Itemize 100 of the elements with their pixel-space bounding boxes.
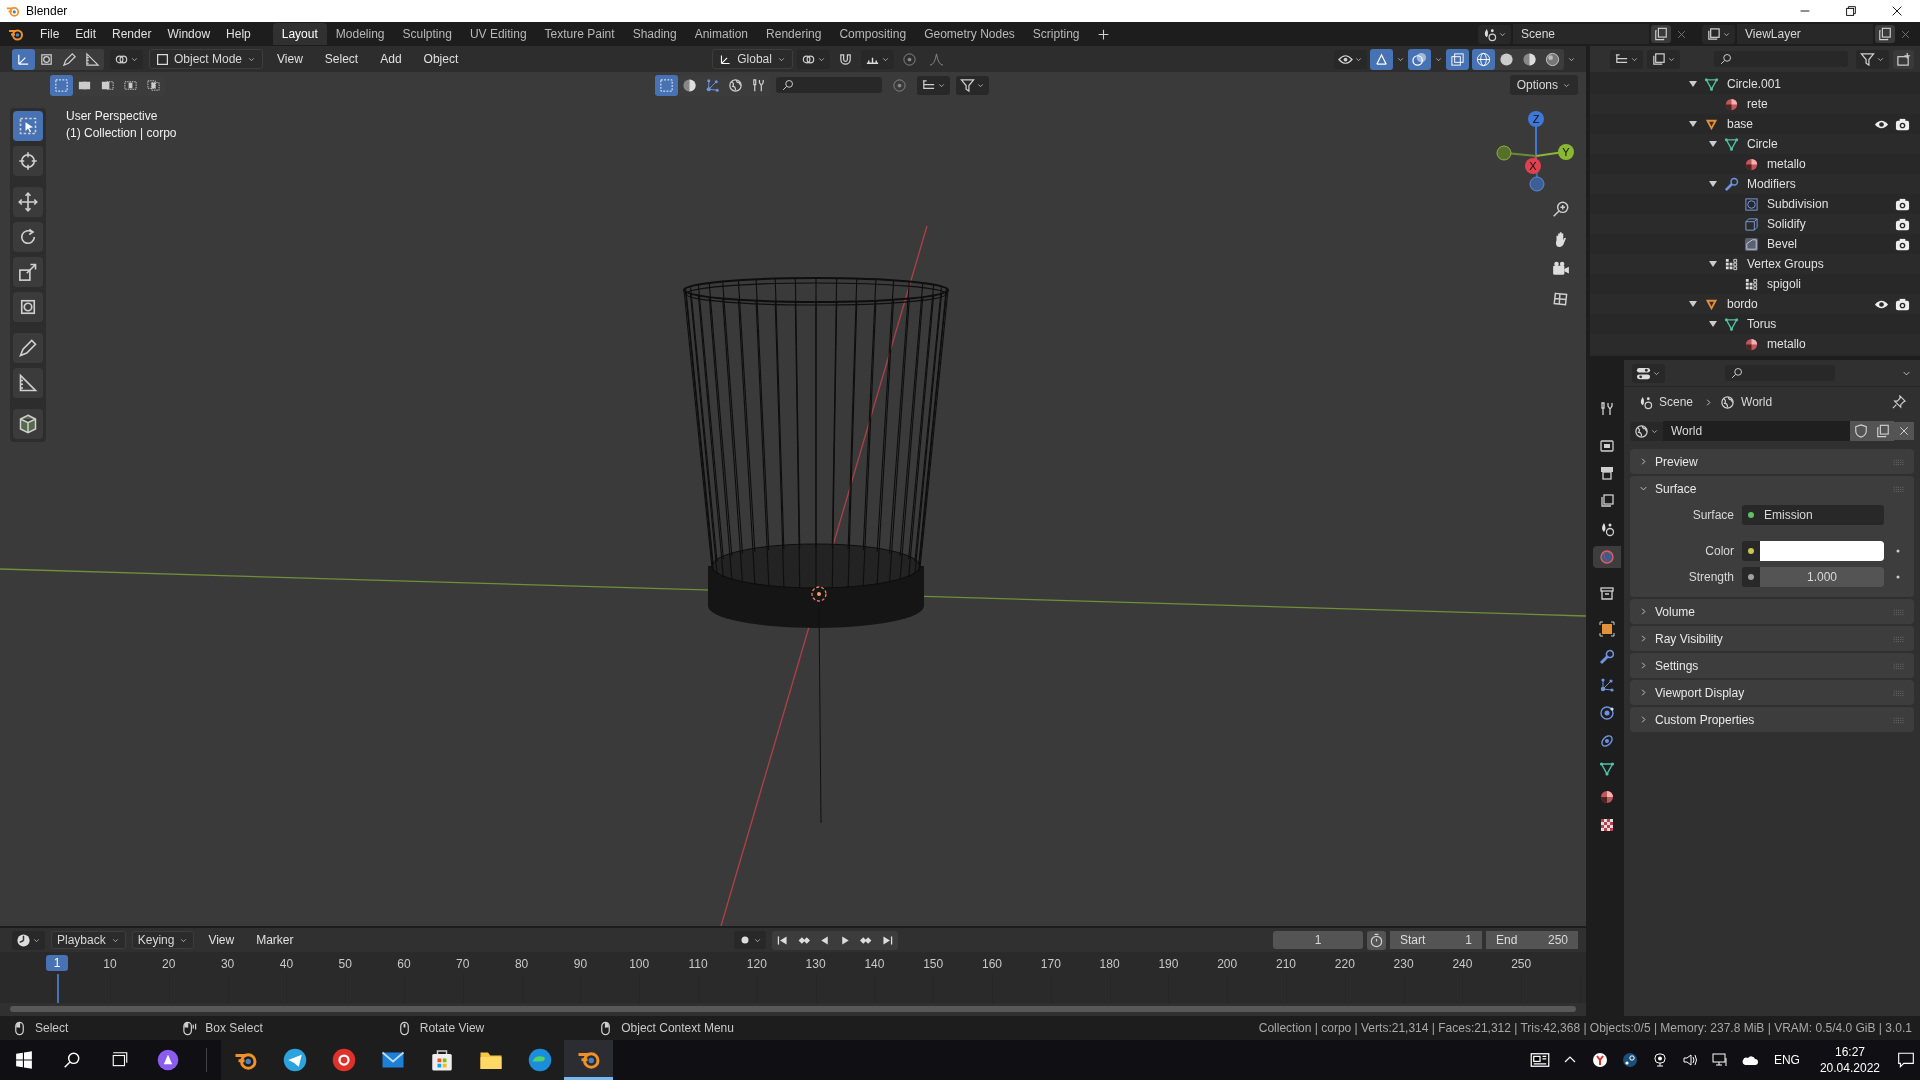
- world-name-field[interactable]: World: [1663, 421, 1850, 441]
- workspace-tab[interactable]: Layout: [272, 23, 327, 45]
- field-label: Strength: [1687, 570, 1734, 584]
- panel-title: Surface: [1655, 481, 1697, 496]
- options-dropdown[interactable]: Options: [1509, 75, 1578, 95]
- property-field[interactable]: Emission: [1742, 505, 1884, 525]
- panel-title: Custom Properties: [1655, 712, 1755, 727]
- workspace-tab[interactable]: Animation: [685, 23, 758, 45]
- outliner-row[interactable]: metallo: [1590, 154, 1920, 174]
- workspace-tab[interactable]: Geometry Nodes: [915, 23, 1024, 45]
- workspace-tab[interactable]: Compositing: [830, 23, 916, 45]
- clock[interactable]: 16:27 20.04.2022: [1809, 1044, 1890, 1076]
- shortcut-hint: Box Select: [205, 1021, 263, 1035]
- workspace-tab[interactable]: Modeling: [326, 23, 394, 45]
- frame-tick-label: 130: [805, 957, 826, 971]
- panel-header[interactable]: Custom Properties: [1630, 707, 1914, 732]
- menu-dropdown[interactable]: Keying: [131, 931, 195, 949]
- outliner-row[interactable]: spigoli: [1590, 274, 1920, 294]
- item-name: metallo: [1767, 337, 1806, 351]
- menu-item[interactable]: Object: [415, 49, 467, 69]
- frame-tick-label: 110: [688, 957, 708, 971]
- field-label: Surface: [1691, 508, 1734, 522]
- workspace-tab[interactable]: Texture Paint: [535, 23, 624, 45]
- frame-tick-label: 240: [1452, 957, 1473, 971]
- frame-tick-label: 200: [1217, 957, 1238, 971]
- workspace-tab[interactable]: Sculpting: [393, 23, 461, 45]
- outliner-row[interactable]: Subdivision: [1590, 194, 1920, 214]
- item-name: Solidify: [1767, 217, 1806, 231]
- scene-field[interactable]: Scene: [1513, 24, 1649, 44]
- workspace-tab[interactable]: UV Editing: [460, 23, 536, 45]
- item-name: Torus: [1747, 317, 1777, 331]
- view-layer-field[interactable]: ViewLayer: [1737, 24, 1873, 44]
- frame-tick-label: 140: [864, 957, 885, 971]
- menu-item[interactable]: Marker: [248, 930, 302, 950]
- frame-tick-label: 40: [279, 957, 294, 971]
- frame-tick-label: 160: [982, 957, 1002, 971]
- workspace-tab[interactable]: Rendering: [757, 23, 831, 45]
- frame-tick-label: 60: [397, 957, 411, 971]
- menu-item[interactable]: View: [269, 49, 311, 69]
- panel-title: Volume: [1655, 604, 1696, 619]
- panel-header[interactable]: Surface: [1630, 476, 1914, 501]
- panel-header[interactable]: Preview: [1630, 449, 1914, 474]
- item-name: Circle: [1747, 137, 1778, 151]
- clock-time: 16:27: [1834, 1044, 1865, 1060]
- panel-header[interactable]: Volume: [1630, 599, 1914, 624]
- frame-tick-label: 150: [923, 957, 944, 971]
- panel-header[interactable]: Viewport Display: [1630, 680, 1914, 705]
- menu-item[interactable]: File: [32, 24, 68, 44]
- axis-handle[interactable]: Y: [1535, 144, 1574, 160]
- property-field[interactable]: 1.000: [1742, 567, 1884, 587]
- current-frame-field[interactable]: 1: [1273, 931, 1363, 949]
- frame-tick-label: 20: [162, 957, 176, 971]
- axis-handle[interactable]: Z: [1528, 111, 1544, 157]
- playhead[interactable]: 1: [46, 955, 68, 971]
- end-frame-field[interactable]: End 250: [1486, 931, 1578, 949]
- frame-tick-label: 250: [1511, 957, 1532, 971]
- menu-item[interactable]: Edit: [67, 24, 105, 44]
- outliner-row[interactable]: base: [1590, 114, 1920, 134]
- menu-item[interactable]: Render: [104, 24, 160, 44]
- frame-tick-label: 50: [338, 957, 352, 971]
- start-frame-field[interactable]: Start 1: [1390, 931, 1482, 949]
- panel-header[interactable]: Ray Visibility: [1630, 626, 1914, 651]
- outliner-row[interactable]: Circle.001: [1590, 74, 1920, 94]
- item-name: rete: [1747, 97, 1768, 111]
- outliner-row[interactable]: Bevel: [1590, 234, 1920, 254]
- item-name: spigoli: [1767, 277, 1802, 291]
- item-name: Modifiers: [1747, 177, 1796, 191]
- panel-title: Preview: [1655, 454, 1698, 469]
- item-name: Vertex Groups: [1747, 257, 1824, 271]
- item-name: bordo: [1727, 297, 1758, 311]
- menu-dropdown[interactable]: Playback: [51, 931, 126, 949]
- 3d-viewport[interactable]: Object Mode View Select Add Object Global Options User Perspective (1) Collection | corpo Z Y X: [0, 46, 1586, 926]
- frame-tick-label: 180: [1099, 957, 1120, 971]
- frame-tick-label: 90: [573, 957, 588, 971]
- menu-item[interactable]: View: [200, 930, 243, 950]
- language-indicator[interactable]: ENG: [1765, 1053, 1808, 1067]
- orientation-dropdown[interactable]: Global: [712, 49, 793, 69]
- shortcut-hint: Select: [35, 1021, 69, 1035]
- frame-tick-label: 210: [1276, 957, 1296, 971]
- outliner-row[interactable]: Torus: [1590, 314, 1920, 334]
- viewport-info-text: User Perspective: [66, 108, 159, 125]
- menu-item[interactable]: Help: [218, 24, 259, 44]
- item-name: metallo: [1767, 157, 1806, 171]
- frame-tick-label: 80: [514, 957, 529, 971]
- shortcut-hint: Object Context Menu: [621, 1021, 734, 1035]
- workspace-tab[interactable]: Shading: [623, 23, 686, 45]
- frame-tick-label: 70: [456, 957, 470, 971]
- window-title: Blender: [26, 4, 68, 18]
- field-label: Color: [1704, 544, 1734, 558]
- menu-item[interactable]: Add: [372, 49, 410, 69]
- axis-handle[interactable]: X: [1525, 155, 1541, 174]
- panel-header[interactable]: Settings: [1630, 653, 1914, 678]
- menu-item[interactable]: Window: [159, 24, 219, 44]
- frame-tick-label: 100: [629, 957, 650, 971]
- frame-tick-label: 120: [746, 957, 767, 971]
- panel-title: Settings: [1655, 658, 1699, 673]
- mode-dropdown[interactable]: Object Mode: [149, 49, 264, 69]
- item-name: base: [1727, 117, 1754, 131]
- menu-item[interactable]: Select: [316, 49, 367, 69]
- workspace-tab[interactable]: Scripting: [1023, 23, 1089, 45]
